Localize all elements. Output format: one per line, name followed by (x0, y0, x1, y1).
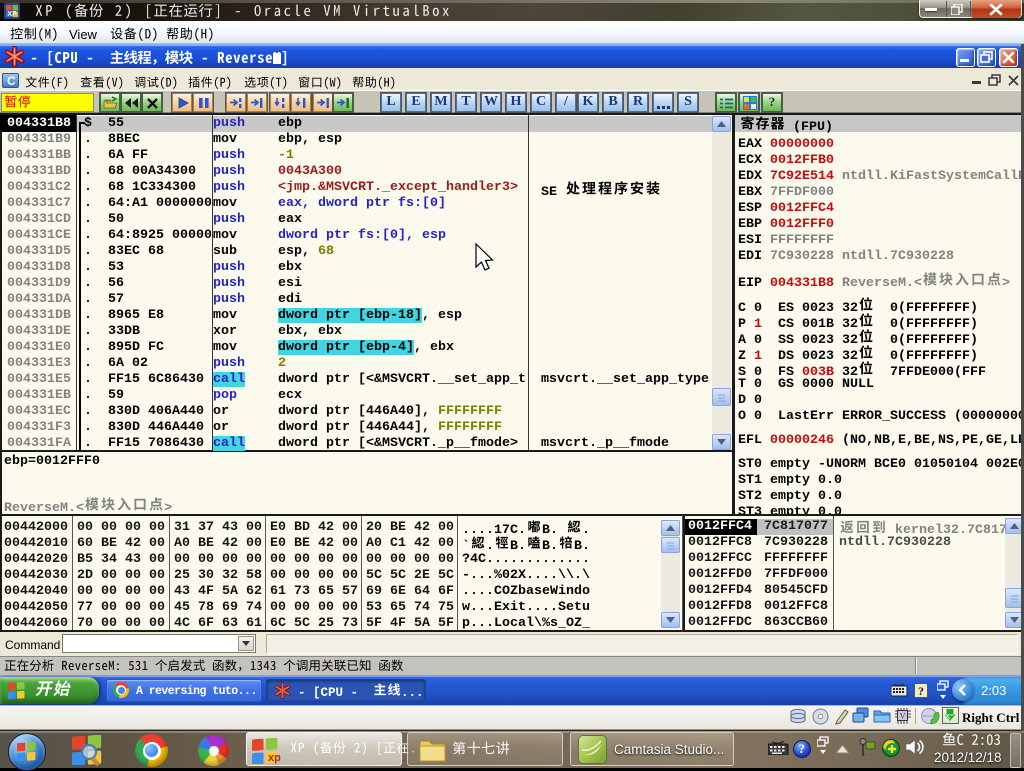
svg-text:XP: XP (7, 11, 17, 18)
svg-text:V: V (900, 712, 906, 721)
